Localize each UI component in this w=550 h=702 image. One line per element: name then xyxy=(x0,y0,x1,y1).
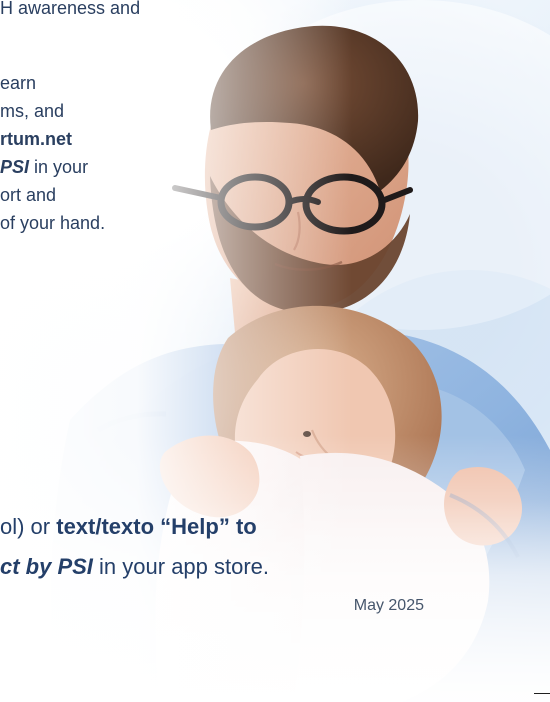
intro-line-5: PSI in your xyxy=(0,157,88,178)
bottom-line-1: ol) or text/texto “Help” to xyxy=(0,514,257,540)
intro-line-3: ms, and xyxy=(0,101,65,121)
bottom-line-2: ct by PSI in your app store. xyxy=(0,554,269,580)
intro-copy-block: H awareness and earn ms, and rtum.net PS… xyxy=(0,0,210,270)
promo-canvas: H awareness and earn ms, and rtum.net PS… xyxy=(0,0,550,702)
intro-line-5-bold: PSI xyxy=(0,157,30,177)
intro-line-4: rtum.net xyxy=(0,129,72,149)
intro-line-2: earn xyxy=(0,73,37,93)
intro-line-1: H awareness and xyxy=(0,0,141,18)
bottom-line-2-bold: ct by PSI xyxy=(0,554,93,579)
bottom-copy-block: ol) or text/texto “Help” to ct by PSI in… xyxy=(0,500,550,702)
bottom-line-2-regular: in your app store. xyxy=(99,554,270,579)
intro-line-7: of your hand. xyxy=(0,213,106,233)
corner-rule xyxy=(534,693,550,694)
bottom-line-1-prefix: ol) or xyxy=(0,514,57,539)
bottom-line-1-bold: text/texto “Help” to xyxy=(56,514,257,539)
intro-line-5-regular: in your xyxy=(34,157,89,177)
publication-date: May 2025 xyxy=(353,597,424,614)
intro-line-6: ort and xyxy=(0,185,57,205)
